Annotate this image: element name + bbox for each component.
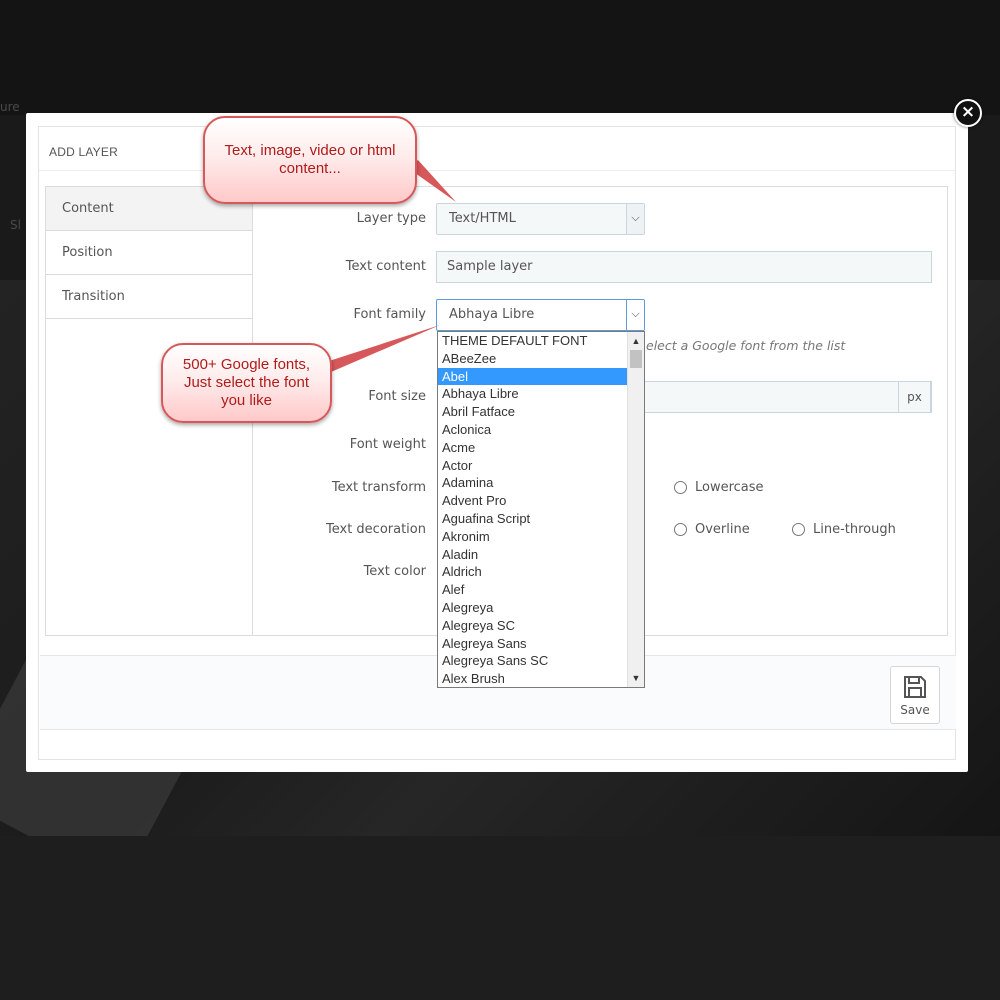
layer-type-value: Text/HTML xyxy=(449,211,516,226)
font-option[interactable]: Abel xyxy=(438,367,628,386)
radio-lowercase[interactable]: Lowercase xyxy=(674,480,764,495)
font-option[interactable]: Alegreya SC xyxy=(438,617,628,635)
scroll-down-icon[interactable]: ▼ xyxy=(628,670,644,686)
font-option[interactable]: THEME DEFAULT FONT xyxy=(438,332,628,350)
annotation-line: Text, image, video or html xyxy=(224,142,396,159)
scroll-up-icon[interactable]: ▲ xyxy=(628,333,644,349)
chevron-down-icon: ⌵ xyxy=(626,204,644,234)
font-option[interactable]: Alegreya Sans SC xyxy=(438,652,628,670)
font-option[interactable]: ABeeZee xyxy=(438,350,628,368)
font-option[interactable]: Akronim xyxy=(438,528,628,546)
backdrop-peek-text: Sl xyxy=(10,218,21,232)
font-family-value: Abhaya Libre xyxy=(449,307,535,322)
tab-position[interactable]: Position xyxy=(46,231,252,275)
font-option[interactable]: Abril Fatface xyxy=(438,403,628,421)
text-content-label: Text content xyxy=(345,259,426,274)
annotation-line: you like xyxy=(221,392,272,409)
save-icon xyxy=(904,676,926,698)
annotation-layer-type: Text, image, video or html content... xyxy=(203,116,417,204)
font-option[interactable]: Alegreya Sans xyxy=(438,635,628,653)
font-option[interactable]: Acme xyxy=(438,439,628,457)
font-weight-label: Font weight xyxy=(349,437,426,452)
layer-type-label: Layer type xyxy=(356,211,426,226)
font-option[interactable]: Alef xyxy=(438,581,628,599)
font-option[interactable]: Adamina xyxy=(438,474,628,492)
font-option[interactable]: Advent Pro xyxy=(438,492,628,510)
tab-transition[interactable]: Transition xyxy=(46,275,252,319)
text-decoration-label: Text decoration xyxy=(326,522,426,537)
layer-type-select[interactable]: Text/HTML ⌵ xyxy=(436,203,645,235)
annotation-line: content... xyxy=(279,160,341,177)
annotation-line: Just select the font xyxy=(183,374,310,391)
radio-label: Overline xyxy=(695,522,750,537)
divider xyxy=(39,170,955,171)
font-option[interactable]: Alegreya xyxy=(438,599,628,617)
radio-circle-icon xyxy=(674,481,687,494)
radio-label: Lowercase xyxy=(695,480,764,495)
font-option[interactable]: Actor xyxy=(438,457,628,475)
dropdown-scrollbar[interactable]: ▲ ▼ xyxy=(627,332,644,687)
font-size-input[interactable]: px xyxy=(600,381,932,413)
font-family-select[interactable]: Abhaya Libre ⌵ xyxy=(436,299,645,331)
backdrop-top xyxy=(0,0,1000,115)
radio-overline[interactable]: Overline xyxy=(674,522,750,537)
font-family-label: Font family xyxy=(353,307,426,322)
close-icon[interactable]: × xyxy=(954,99,982,127)
font-family-help: elect a Google font from the list xyxy=(646,338,846,353)
font-option[interactable]: Abhaya Libre xyxy=(438,385,628,403)
scroll-thumb[interactable] xyxy=(630,350,642,368)
radio-line-through[interactable]: Line-through xyxy=(792,522,896,537)
annotation-font-family: 500+ Google fonts, Just select the font … xyxy=(161,343,332,423)
font-family-dropdown-list[interactable]: THEME DEFAULT FONT ABeeZee Abel Abhaya Libr… xyxy=(437,331,645,688)
text-color-label: Text color xyxy=(363,564,426,579)
radio-circle-icon xyxy=(674,523,687,536)
text-transform-label: Text transform xyxy=(331,480,426,495)
backdrop-bottom xyxy=(0,836,1000,1000)
font-option[interactable]: Aldrich xyxy=(438,563,628,581)
text-content-input[interactable]: Sample layer xyxy=(436,251,932,283)
font-option[interactable]: Aguafina Script xyxy=(438,510,628,528)
save-label: Save xyxy=(900,703,930,717)
annotation-line: 500+ Google fonts, xyxy=(182,356,311,373)
panel-title: ADD LAYER xyxy=(49,145,118,159)
font-option[interactable]: Aladin xyxy=(438,546,628,564)
radio-circle-icon xyxy=(792,523,805,536)
backdrop-peek-text: ure xyxy=(0,100,20,114)
radio-label: Line-through xyxy=(813,522,896,537)
font-size-unit: px xyxy=(898,381,931,413)
save-button[interactable]: Save xyxy=(890,666,940,724)
font-option[interactable]: Alex Brush xyxy=(438,670,628,687)
font-option[interactable]: Aclonica xyxy=(438,421,628,439)
dropdown-items: THEME DEFAULT FONT ABeeZee Abel Abhaya Libr… xyxy=(438,332,644,687)
chevron-down-icon: ⌵ xyxy=(626,300,644,330)
